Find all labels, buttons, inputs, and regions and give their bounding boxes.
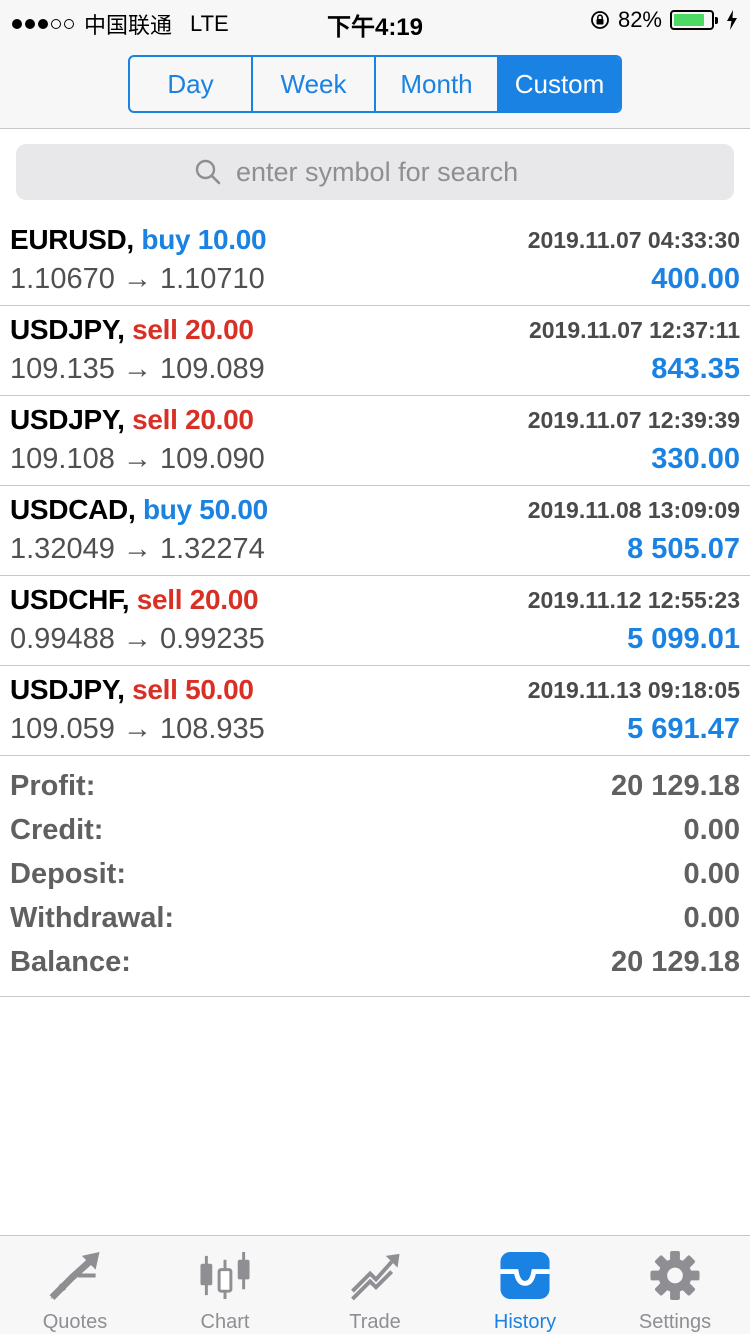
deal-action: sell 50.00 <box>132 674 254 705</box>
deal-time: 2019.11.12 12:55:23 <box>527 587 740 613</box>
profit-value: 20 129.18 <box>610 770 740 802</box>
deal-symbol: USDJPY, <box>10 314 125 345</box>
deal-action: buy 10.00 <box>141 224 267 255</box>
deal-prices: 1.32049 → 1.32274 <box>10 533 265 565</box>
deal-prices: 1.10670 → 1.10710 <box>10 263 265 295</box>
deal-time: 2019.11.07 04:33:30 <box>527 227 740 253</box>
tab-history-label: History <box>493 1311 557 1333</box>
quotes-arrows-icon <box>49 1251 100 1300</box>
summary-row-deposit: Deposit: 0.00 <box>0 854 750 898</box>
status-bar: 中国联通 LTE 下午4:19 82% <box>0 0 750 41</box>
summary-row-profit: Profit: 20 129.18 <box>0 766 750 810</box>
tab-chart-label: Chart <box>200 1311 250 1333</box>
search-icon <box>195 159 221 185</box>
deal-profit: 8 505.07 <box>627 533 740 565</box>
deal-profit: 400.00 <box>651 263 740 295</box>
credit-label: Credit: <box>10 814 104 846</box>
gear-icon <box>650 1250 700 1301</box>
battery-icon <box>670 10 718 30</box>
deal-row[interactable]: USDCHF, sell 20.00 2019.11.12 12:55:23 0.9… <box>0 576 750 666</box>
tab-bar: Quotes Chart Trade History Settings <box>0 1235 750 1334</box>
deal-time: 2019.11.08 13:09:09 <box>527 497 740 523</box>
tab-quotes-label: Quotes <box>42 1311 108 1333</box>
balance-label: Balance: <box>10 946 131 978</box>
deposit-value: 0.00 <box>683 858 740 890</box>
period-custom-segment[interactable]: Custom <box>499 57 620 111</box>
deal-time: 2019.11.13 09:18:05 <box>527 677 740 703</box>
deal-prices: 109.135 → 109.089 <box>10 353 265 385</box>
deal-time: 2019.11.07 12:39:39 <box>527 407 740 433</box>
deal-profit: 5 691.47 <box>627 713 740 745</box>
tab-settings-label: Settings <box>638 1311 712 1333</box>
tab-settings[interactable]: Settings <box>600 1236 750 1334</box>
deal-action: sell 20.00 <box>136 584 259 615</box>
summary-row-credit: Credit: 0.00 <box>0 810 750 854</box>
deal-symbol: EURUSD, <box>10 224 134 255</box>
trade-trend-icon <box>351 1253 400 1301</box>
battery-level <box>674 14 704 26</box>
deal-profit: 330.00 <box>651 443 740 475</box>
deal-symbol: USDCAD, <box>10 494 136 525</box>
summary-section: Profit: 20 129.18 Credit: 0.00 Deposit: … <box>0 766 750 997</box>
deal-action: buy 50.00 <box>142 494 268 525</box>
deal-prices: 109.059 → 108.935 <box>10 713 265 745</box>
period-day-segment[interactable]: Day <box>130 57 253 111</box>
deal-symbol: USDJPY, <box>10 404 125 435</box>
withdrawal-value: 0.00 <box>683 902 740 934</box>
search-bar[interactable] <box>16 144 734 200</box>
summary-row-balance: Balance: 20 129.18 <box>0 942 750 986</box>
deal-title: USDCAD, buy 50.00 <box>10 494 268 526</box>
deals-list: EURUSD, buy 10.00 2019.11.07 04:33:30 1.10… <box>0 216 750 756</box>
withdrawal-label: Withdrawal: <box>10 902 175 934</box>
search-input[interactable] <box>236 156 556 188</box>
deal-action: sell 20.00 <box>132 314 254 345</box>
deal-title: USDCHF, sell 20.00 <box>10 584 259 616</box>
battery-percent: 82% <box>617 7 662 32</box>
deal-title: USDJPY, sell 20.00 <box>10 314 254 346</box>
deal-profit: 5 099.01 <box>627 623 740 655</box>
tab-history[interactable]: History <box>450 1236 600 1334</box>
tab-trade-label: Trade <box>349 1311 401 1333</box>
period-week-segment[interactable]: Week <box>253 57 376 111</box>
deal-time: 2019.11.07 12:37:11 <box>528 317 740 343</box>
rotation-lock-icon <box>591 11 609 29</box>
candlestick-icon <box>200 1251 250 1300</box>
history-tray-icon <box>500 1251 550 1300</box>
deal-prices: 0.99488 → 0.99235 <box>10 623 265 655</box>
balance-value: 20 129.18 <box>610 946 740 978</box>
period-segmented-control: Day Week Month Custom <box>128 55 622 113</box>
period-header: Day Week Month Custom <box>0 40 750 129</box>
tab-quotes[interactable]: Quotes <box>0 1236 150 1334</box>
deal-row[interactable]: USDJPY, sell 50.00 2019.11.13 09:18:05 109… <box>0 666 750 756</box>
deal-row[interactable]: USDJPY, sell 20.00 2019.11.07 12:39:39 109… <box>0 396 750 486</box>
charging-bolt-icon <box>727 10 737 30</box>
deal-symbol: USDJPY, <box>10 674 125 705</box>
status-right: 82% <box>590 7 738 33</box>
deal-profit: 843.35 <box>651 353 740 385</box>
period-month-segment[interactable]: Month <box>376 57 499 111</box>
summary-row-withdrawal: Withdrawal: 0.00 <box>0 898 750 942</box>
deal-row[interactable]: EURUSD, buy 10.00 2019.11.07 04:33:30 1.10… <box>0 216 750 306</box>
deal-prices: 109.108 → 109.090 <box>10 443 265 475</box>
deposit-label: Deposit: <box>10 858 126 890</box>
tab-chart[interactable]: Chart <box>150 1236 300 1334</box>
deal-row[interactable]: USDJPY, sell 20.00 2019.11.07 12:37:11 109… <box>0 306 750 396</box>
deal-action: sell 20.00 <box>132 404 254 435</box>
deal-title: USDJPY, sell 50.00 <box>10 674 254 706</box>
deal-symbol: USDCHF, <box>10 584 130 615</box>
profit-label: Profit: <box>10 770 96 802</box>
deal-title: USDJPY, sell 20.00 <box>10 404 254 436</box>
tab-trade[interactable]: Trade <box>300 1236 450 1334</box>
credit-value: 0.00 <box>683 814 740 846</box>
deal-title: EURUSD, buy 10.00 <box>10 224 267 256</box>
deal-row[interactable]: USDCAD, buy 50.00 2019.11.08 13:09:09 1.32… <box>0 486 750 576</box>
